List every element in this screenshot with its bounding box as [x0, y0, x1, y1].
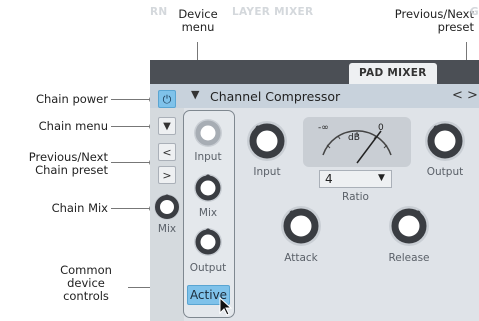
leader-chain-menu — [111, 126, 152, 127]
tab-layer-mixer[interactable]: LAYER MIXER — [232, 6, 313, 18]
device-input-knob[interactable] — [193, 118, 223, 148]
attack-label: Attack — [284, 252, 318, 264]
compressor-input-label: Input — [253, 166, 281, 178]
attack-knob[interactable] — [280, 205, 322, 247]
device-input-label: Input — [194, 151, 222, 163]
tab-partial-right[interactable]: G — [470, 6, 479, 18]
ratio-select[interactable]: 4 ▼ — [319, 170, 392, 188]
release-label: Release — [388, 252, 430, 264]
prev-next-chain-preset-annotation: Previous/Next Chain preset — [28, 150, 108, 177]
release-knob[interactable] — [388, 205, 430, 247]
chain-preset-next-button[interactable]: > — [158, 166, 176, 184]
device-name: Channel Compressor — [210, 89, 341, 104]
tab-partial-left[interactable]: RN — [150, 6, 167, 18]
ratio-value: 4 — [325, 172, 333, 186]
preset-prev-button[interactable]: < — [452, 88, 463, 103]
compressor-output-label: Output — [426, 166, 464, 178]
leader-chain-mix — [111, 208, 152, 209]
compressor-input-knob[interactable] — [246, 120, 288, 162]
mouse-cursor-icon — [219, 297, 233, 316]
device-mix-label: Mix — [198, 207, 218, 219]
device-mix-knob[interactable] — [193, 173, 223, 203]
common-device-controls-annotation: Common device controls — [60, 263, 112, 303]
device-menu-annotation: Device menu — [178, 7, 218, 34]
chain-menu-button[interactable]: ▼ — [158, 117, 176, 135]
chain-preset-prev-button[interactable]: < — [158, 143, 176, 161]
prev-next-preset-annotation: Previous/Next preset — [394, 7, 474, 34]
leader-chain-power — [111, 99, 152, 100]
device-menu-button[interactable]: ▼ — [191, 88, 199, 101]
chevron-down-icon: ▼ — [378, 173, 385, 183]
tab-pad-mixer[interactable]: PAD MIXER — [349, 63, 437, 84]
ratio-label: Ratio — [342, 191, 369, 203]
compressor-output-knob[interactable] — [424, 120, 466, 162]
device-output-label: Output — [189, 262, 227, 274]
chain-mix-knob[interactable] — [153, 193, 181, 221]
meter-max-label: 0 — [378, 123, 384, 133]
preset-next-button[interactable]: > — [467, 88, 478, 103]
device-output-knob[interactable] — [193, 227, 223, 257]
meter-unit-label: dB — [348, 133, 360, 143]
chain-mix-label: Mix — [157, 223, 177, 235]
meter-min-label: -∞ — [318, 123, 329, 133]
chain-power-button[interactable]: ⏻ — [158, 90, 176, 108]
leader-chain-preset — [111, 162, 152, 163]
chain-power-annotation: Chain power — [35, 92, 108, 106]
chain-menu-annotation: Chain menu — [38, 119, 108, 133]
chain-mix-annotation: Chain Mix — [51, 201, 108, 215]
